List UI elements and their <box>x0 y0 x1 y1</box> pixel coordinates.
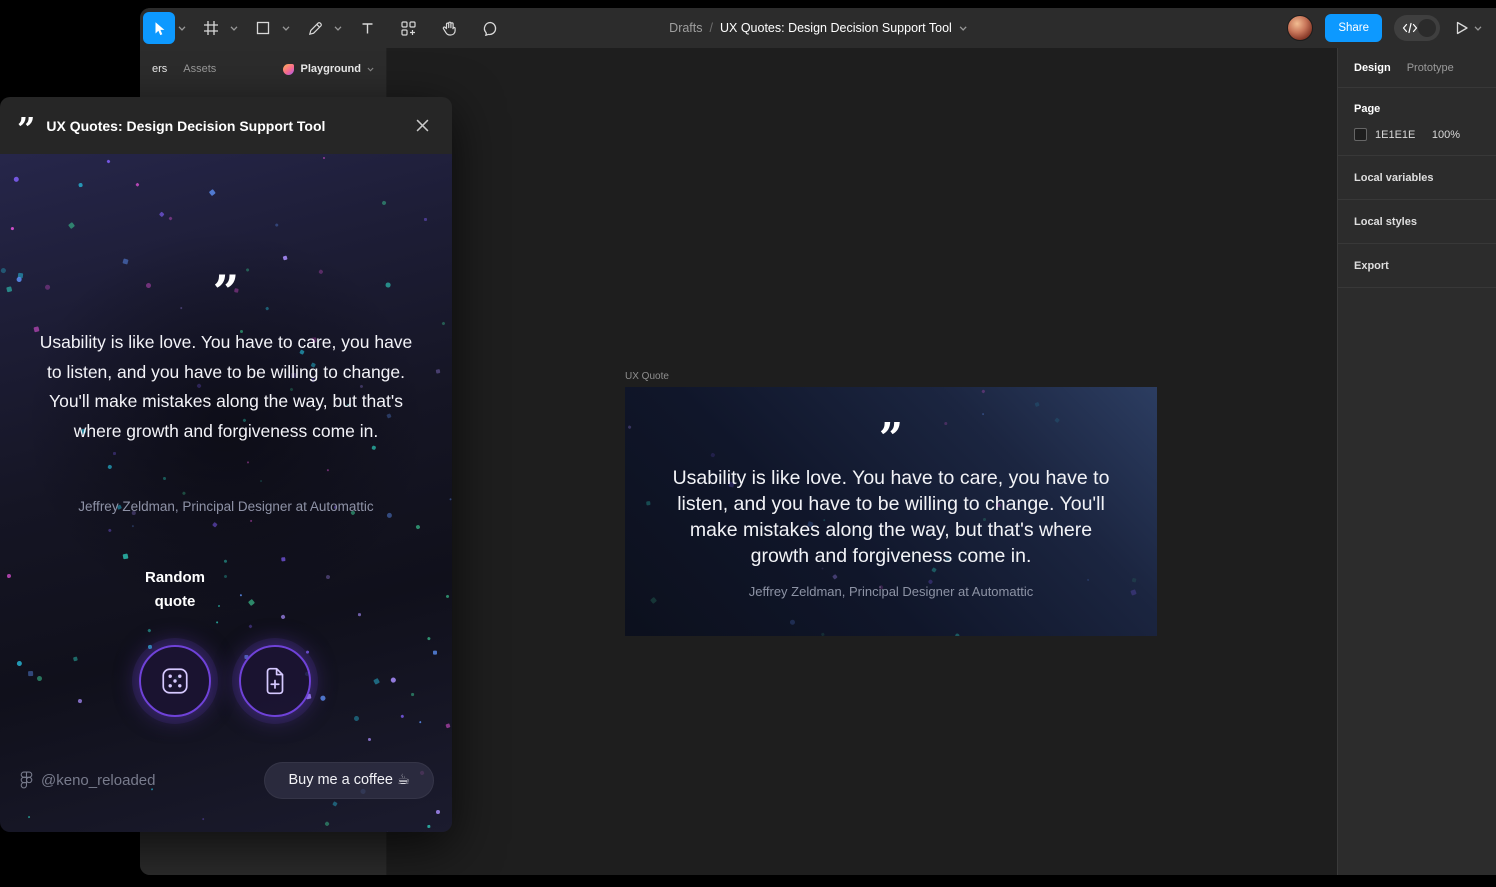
plugin-header[interactable]: ” UX Quotes: Design Decision Support Too… <box>0 97 452 154</box>
quote-mark-icon: ” <box>17 109 36 148</box>
chevron-down-icon[interactable] <box>334 25 342 31</box>
page-section-label: Page <box>1354 103 1381 115</box>
frame-label[interactable]: UX Quote <box>625 371 669 382</box>
color-swatch[interactable] <box>1354 128 1367 141</box>
breadcrumb-drafts[interactable]: Drafts <box>669 21 702 35</box>
random-quote-button[interactable] <box>139 645 211 717</box>
author-handle: @keno_reloaded <box>41 771 156 789</box>
add-quote-button[interactable] <box>239 645 311 717</box>
frame-icon <box>202 19 220 37</box>
code-icon <box>1402 22 1418 34</box>
playground-icon <box>283 63 295 75</box>
quote-mark-glyph: ” <box>212 265 240 319</box>
quote-card-content: ” Usability is like love. You have to ca… <box>625 387 1157 636</box>
close-icon <box>416 119 429 132</box>
dice-icon <box>159 665 191 697</box>
page-section: Page 1E1E1E 100% <box>1338 88 1496 156</box>
rectangle-icon <box>255 20 271 36</box>
chevron-down-icon <box>367 67 374 72</box>
breadcrumb-separator: / <box>709 21 713 35</box>
quote-text: Usability is like love. You have to care… <box>672 466 1110 567</box>
quote-text: Usability is like love. You have to care… <box>39 332 413 441</box>
tab-assets[interactable]: Assets <box>183 63 216 75</box>
plugin-body: ” Usability is like love. You have to ca… <box>0 154 452 832</box>
plugin-content: ” Usability is like love. You have to ca… <box>0 154 452 832</box>
quote-mark-glyph: ” <box>878 413 904 463</box>
random-quote-label: Random quote <box>145 569 205 610</box>
color-hex-value[interactable]: 1E1E1E <box>1375 129 1415 141</box>
opacity-value[interactable]: 100% <box>1432 129 1460 141</box>
tab-prototype[interactable]: Prototype <box>1407 62 1454 74</box>
comment-icon <box>482 20 499 37</box>
author-credit-link[interactable]: @keno_reloaded <box>20 771 155 790</box>
page-name: Playground <box>300 63 361 75</box>
close-button[interactable] <box>409 113 435 139</box>
play-icon <box>1452 19 1470 37</box>
plugin-title: UX Quotes: Design Decision Support Tool <box>46 117 326 134</box>
section-local-styles[interactable]: Local styles <box>1338 200 1496 244</box>
hand-icon <box>441 20 458 37</box>
page-selector[interactable]: Playground <box>283 63 374 75</box>
chevron-down-icon[interactable] <box>230 25 238 31</box>
buy-me-a-coffee-button[interactable]: Buy me a coffee ☕ <box>264 761 434 799</box>
hand-tool-button[interactable] <box>433 12 465 44</box>
frame-tool-button[interactable] <box>195 12 227 44</box>
left-sidebar-tabs: ers Assets Playground <box>140 48 386 90</box>
file-plus-icon <box>260 666 290 696</box>
comment-tool-button[interactable] <box>474 12 506 44</box>
quote-attribution: Jeffrey Zeldman, Principal Designer at A… <box>78 499 374 514</box>
avatar[interactable] <box>1287 15 1314 41</box>
right-sidebar: Design Prototype Page 1E1E1E 100% Local … <box>1337 48 1496 875</box>
actions-icon <box>400 20 417 37</box>
breadcrumb: Drafts / UX Quotes: Design Decision Supp… <box>669 8 967 48</box>
right-sidebar-tabs: Design Prototype <box>1338 48 1496 88</box>
dev-mode-toggle[interactable] <box>1394 15 1440 41</box>
chevron-down-icon[interactable] <box>1474 25 1482 31</box>
chevron-down-icon[interactable] <box>178 25 186 31</box>
toggle-knob <box>1418 19 1436 37</box>
plugin-window: ” UX Quotes: Design Decision Support Too… <box>0 97 452 832</box>
ux-quote-frame[interactable]: ” Usability is like love. You have to ca… <box>625 387 1157 636</box>
text-tool-button[interactable] <box>351 12 383 44</box>
tab-design[interactable]: Design <box>1354 62 1391 74</box>
plugin-footer: @keno_reloaded Buy me a coffee ☕ <box>20 760 434 800</box>
tab-layers[interactable]: ers <box>152 63 167 75</box>
canvas[interactable]: UX Quote ” Usability is like love. You h… <box>387 48 1337 875</box>
pen-icon <box>307 20 324 37</box>
share-button[interactable]: Share <box>1325 14 1382 42</box>
text-icon <box>360 21 375 36</box>
section-export[interactable]: Export <box>1338 244 1496 288</box>
chevron-down-icon[interactable] <box>959 25 967 31</box>
actions-tool-button[interactable] <box>392 12 424 44</box>
move-tool-button[interactable] <box>143 12 175 44</box>
pen-tool-button[interactable] <box>299 12 331 44</box>
toolbar: Drafts / UX Quotes: Design Decision Supp… <box>140 8 1496 48</box>
section-local-variables[interactable]: Local variables <box>1338 156 1496 200</box>
chevron-down-icon[interactable] <box>282 25 290 31</box>
shape-tool-button[interactable] <box>247 12 279 44</box>
toolbar-right: Share <box>1287 14 1482 42</box>
tool-group <box>143 12 515 44</box>
quote-attribution: Jeffrey Zeldman, Principal Designer at A… <box>748 583 1034 599</box>
present-button[interactable] <box>1452 19 1482 37</box>
figma-logo-icon <box>20 771 33 790</box>
breadcrumb-file-title[interactable]: UX Quotes: Design Decision Support Tool <box>720 21 952 35</box>
page-color-row: 1E1E1E 100% <box>1354 128 1480 141</box>
cursor-icon <box>151 20 167 36</box>
